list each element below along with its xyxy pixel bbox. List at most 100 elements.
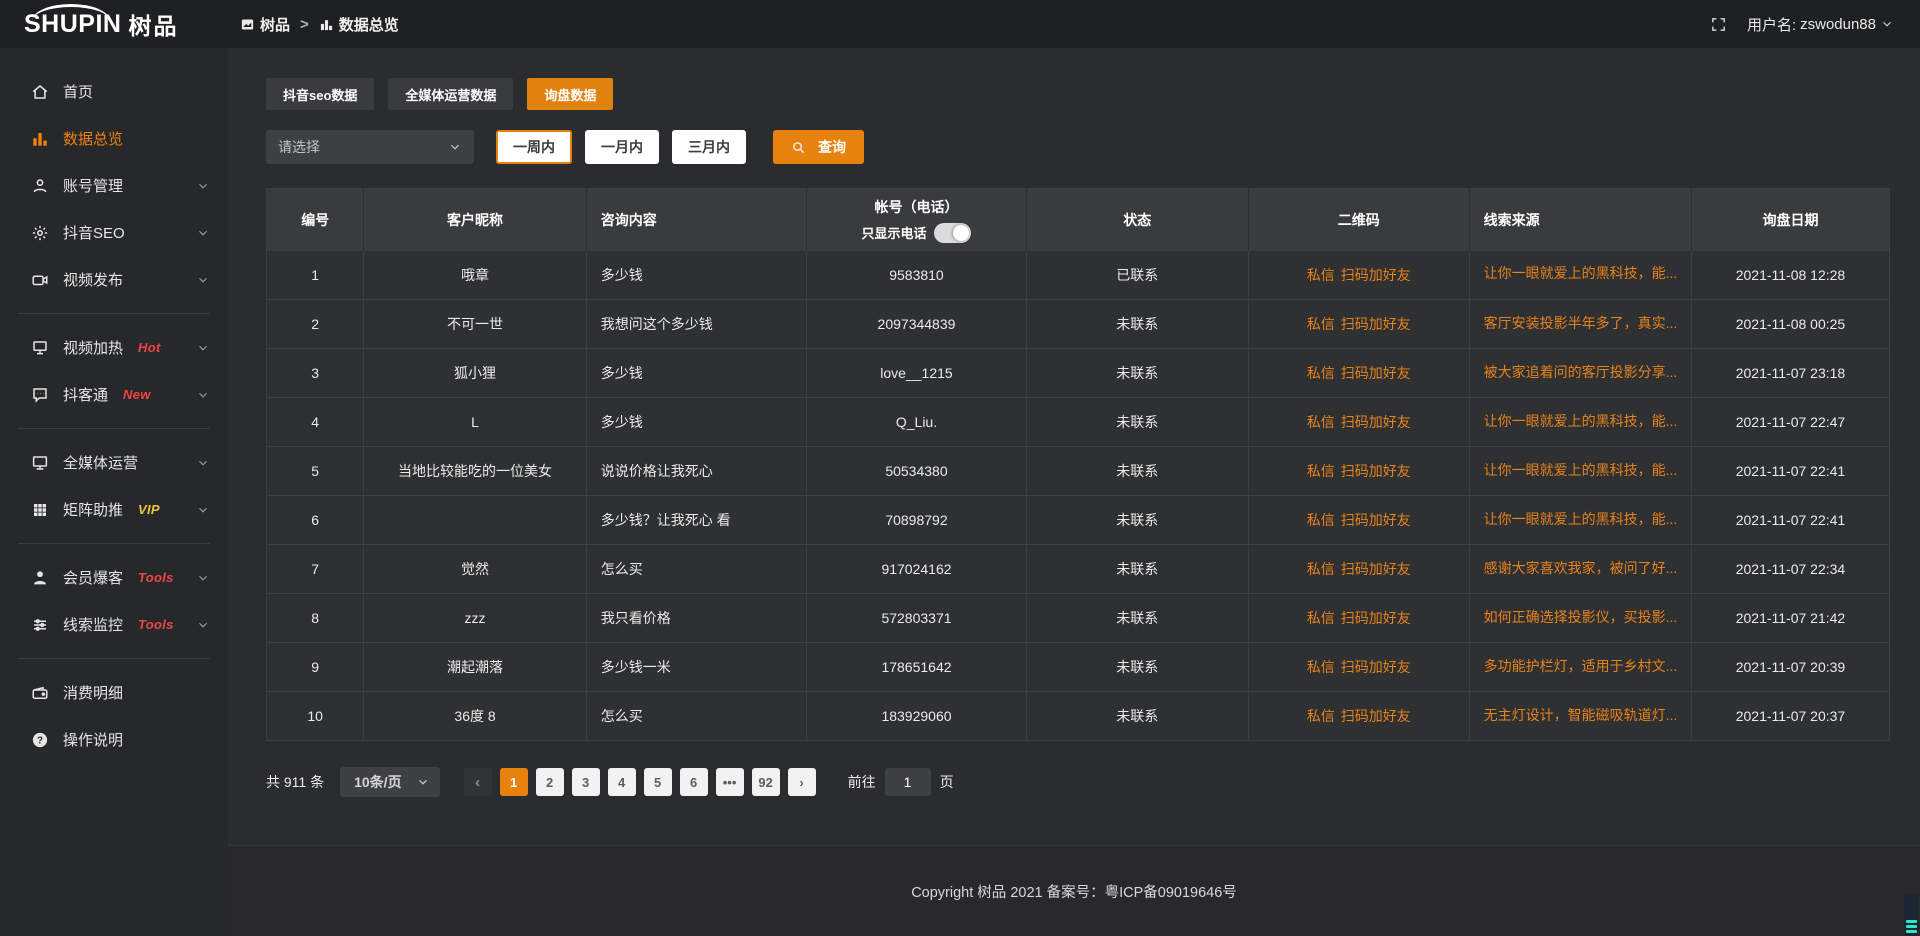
source-link[interactable]: 让你一眼就爱上的黑科技，能...: [1484, 509, 1678, 529]
sidebar-item-账号管理[interactable]: 账号管理: [0, 162, 228, 209]
breadcrumb-root[interactable]: 树品: [260, 14, 290, 35]
cell-content: 多少钱: [586, 398, 807, 447]
private-msg-link[interactable]: 私信: [1307, 316, 1335, 332]
prev-page-button[interactable]: ‹: [464, 768, 492, 796]
cell-source: 让你一眼就爱上的黑科技，能...: [1469, 251, 1691, 300]
sidebar-item-矩阵助推[interactable]: 矩阵助推VIP: [0, 486, 228, 533]
source-link[interactable]: 如何正确选择投影仪，买投影...: [1484, 607, 1678, 627]
cell-id: 6: [267, 496, 364, 545]
source-link[interactable]: 被大家追着问的客厅投影分享...: [1484, 362, 1678, 382]
cell-date: 2021-11-07 22:34: [1691, 545, 1889, 594]
table-row: 7觉然怎么买917024162未联系私信扫码加好友感谢大家喜欢我家，被问了好..…: [267, 545, 1890, 594]
phone-only-toggle[interactable]: [934, 223, 971, 243]
page-button-6[interactable]: 6: [680, 768, 708, 796]
cell-qr: 私信扫码加好友: [1248, 545, 1469, 594]
scan-add-friend-link[interactable]: 扫码加好友: [1341, 316, 1411, 332]
page-button-4[interactable]: 4: [608, 768, 636, 796]
goto-page-input[interactable]: [885, 768, 931, 796]
floating-widget[interactable]: [1904, 894, 1919, 936]
private-msg-link[interactable]: 私信: [1307, 708, 1335, 724]
sidebar-item-线索监控[interactable]: 线索监控Tools: [0, 601, 228, 648]
sidebar-item-视频加热[interactable]: 视频加热Hot: [0, 324, 228, 371]
source-link[interactable]: 让你一眼就爱上的黑科技，能...: [1484, 411, 1678, 431]
chevron-down-icon: [196, 456, 210, 470]
cell-account: 917024162: [807, 545, 1026, 594]
member-person-icon: [30, 569, 50, 587]
sidebar-item-数据总览[interactable]: 数据总览: [0, 115, 228, 162]
private-msg-link[interactable]: 私信: [1307, 463, 1335, 479]
page-size-select[interactable]: 10条/页: [340, 767, 439, 797]
private-msg-link[interactable]: 私信: [1307, 267, 1335, 283]
source-link[interactable]: 感谢大家喜欢我家，被问了好...: [1484, 558, 1678, 578]
scan-add-friend-link[interactable]: 扫码加好友: [1341, 708, 1411, 724]
cell-account: 178651642: [807, 643, 1026, 692]
sidebar-item-抖音SEO[interactable]: 抖音SEO: [0, 209, 228, 256]
cell-date: 2021-11-07 20:37: [1691, 692, 1889, 741]
private-msg-link[interactable]: 私信: [1307, 561, 1335, 577]
breadcrumb-current[interactable]: 数据总览: [339, 14, 399, 35]
source-link[interactable]: 多功能护栏灯，适用于乡村文...: [1484, 656, 1678, 676]
cell-id: 9: [267, 643, 364, 692]
next-page-button[interactable]: ›: [788, 768, 816, 796]
page-button-1[interactable]: 1: [500, 768, 528, 796]
page-button-5[interactable]: 5: [644, 768, 672, 796]
cell-nickname: L: [364, 398, 586, 447]
page-button-92[interactable]: 92: [752, 768, 780, 796]
column-header-content: 咨询内容: [586, 189, 807, 251]
column-header-qr: 二维码: [1248, 189, 1469, 251]
sidebar-item-视频发布[interactable]: 视频发布: [0, 256, 228, 303]
scan-add-friend-link[interactable]: 扫码加好友: [1341, 365, 1411, 381]
phone-only-label: 只显示电话: [861, 223, 926, 242]
private-msg-link[interactable]: 私信: [1307, 610, 1335, 626]
scan-add-friend-link[interactable]: 扫码加好友: [1341, 267, 1411, 283]
private-msg-link[interactable]: 私信: [1307, 365, 1335, 381]
scan-add-friend-link[interactable]: 扫码加好友: [1341, 463, 1411, 479]
chat-bubble-icon: [30, 386, 50, 404]
scan-add-friend-link[interactable]: 扫码加好友: [1341, 561, 1411, 577]
period-button-三月内[interactable]: 三月内: [672, 130, 746, 164]
private-msg-link[interactable]: 私信: [1307, 512, 1335, 528]
video-camera-icon: [30, 271, 50, 289]
table-row: 1哦章多少钱9583810已联系私信扫码加好友让你一眼就爱上的黑科技，能...2…: [267, 251, 1890, 300]
logo[interactable]: SHUPIN 树品: [0, 7, 228, 41]
fullscreen-icon[interactable]: [1710, 16, 1727, 33]
sidebar-item-label: 视频发布: [63, 269, 123, 290]
scan-add-friend-link[interactable]: 扫码加好友: [1341, 610, 1411, 626]
cell-date: 2021-11-08 12:28: [1691, 251, 1889, 300]
chevron-down-icon: [196, 388, 210, 402]
source-link[interactable]: 无主灯设计，智能磁吸轨道灯...: [1484, 705, 1678, 725]
private-msg-link[interactable]: 私信: [1307, 414, 1335, 430]
sidebar-item-首页[interactable]: 首页: [0, 68, 228, 115]
tab-询盘数据[interactable]: 询盘数据: [527, 78, 613, 110]
cell-nickname: 觉然: [364, 545, 586, 594]
sidebar-item-会员爆客[interactable]: 会员爆客Tools: [0, 554, 228, 601]
query-button[interactable]: 查询: [773, 130, 864, 164]
user-menu[interactable]: 用户名: zswodun88: [1747, 14, 1894, 35]
period-button-一月内[interactable]: 一月内: [585, 130, 659, 164]
private-msg-link[interactable]: 私信: [1307, 659, 1335, 675]
sidebar-item-消费明细[interactable]: 消费明细: [0, 669, 228, 716]
source-link[interactable]: 让你一眼就爱上的黑科技，能...: [1484, 460, 1678, 480]
period-button-一周内[interactable]: 一周内: [496, 130, 572, 164]
page-button-3[interactable]: 3: [572, 768, 600, 796]
page-ellipsis-button[interactable]: •••: [716, 768, 744, 796]
sidebar-item-抖客通[interactable]: 抖客通New: [0, 371, 228, 418]
cell-qr: 私信扫码加好友: [1248, 300, 1469, 349]
sidebar-item-操作说明[interactable]: ?操作说明: [0, 716, 228, 763]
tab-抖音seo数据[interactable]: 抖音seo数据: [266, 78, 374, 110]
table-row: 3狐小狸多少钱love__1215未联系私信扫码加好友被大家追着问的客厅投影分享…: [267, 349, 1890, 398]
sidebar-item-label: 账号管理: [63, 175, 123, 196]
page-button-2[interactable]: 2: [536, 768, 564, 796]
cell-status: 未联系: [1026, 447, 1248, 496]
cell-source: 让你一眼就爱上的黑科技，能...: [1469, 398, 1691, 447]
scan-add-friend-link[interactable]: 扫码加好友: [1341, 512, 1411, 528]
source-link[interactable]: 让你一眼就爱上的黑科技，能...: [1484, 263, 1678, 283]
scan-add-friend-link[interactable]: 扫码加好友: [1341, 414, 1411, 430]
scan-add-friend-link[interactable]: 扫码加好友: [1341, 659, 1411, 675]
cell-status: 未联系: [1026, 643, 1248, 692]
sidebar-item-全媒体运营[interactable]: 全媒体运营: [0, 439, 228, 486]
tab-全媒体运营数据[interactable]: 全媒体运营数据: [388, 78, 513, 110]
table-row: 6多少钱？让我死心 看70898792未联系私信扫码加好友让你一眼就爱上的黑科技…: [267, 496, 1890, 545]
source-link[interactable]: 客厅安装投影半年多了，真实...: [1484, 313, 1678, 333]
filter-select[interactable]: 请选择: [266, 130, 474, 164]
